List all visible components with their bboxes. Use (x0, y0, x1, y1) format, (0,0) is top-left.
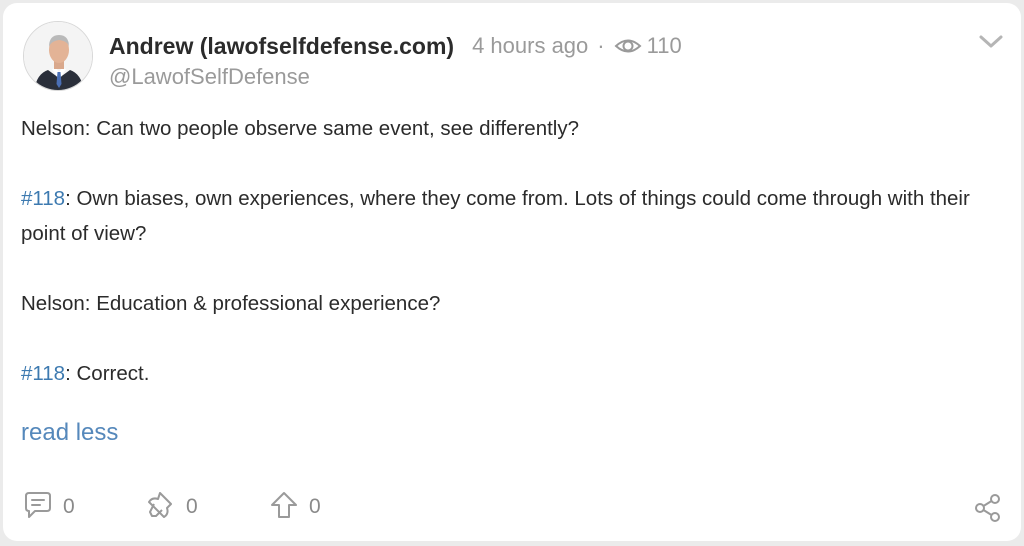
paragraph-text: : Correct. (65, 362, 150, 385)
view-count: 110 (646, 33, 682, 58)
author-name[interactable]: Andrew (lawofselfdefense.com) (109, 33, 454, 60)
remix-icon (146, 490, 176, 525)
comment-icon (23, 490, 53, 525)
post-paragraph: #118: Correct. (21, 356, 981, 391)
paragraph-text: Nelson: Can two people observe same even… (21, 117, 580, 140)
eye-icon (614, 36, 642, 56)
post-header: Andrew (lawofselfdefense.com) 4 hours ag… (109, 31, 682, 61)
post-timestamp[interactable]: 4 hours ago (472, 33, 588, 59)
chevron-down-icon[interactable] (978, 33, 1004, 51)
read-less-link[interactable]: read less (21, 419, 118, 447)
upvote-count: 0 (309, 495, 321, 518)
avatar[interactable] (23, 21, 93, 91)
upvote-button[interactable]: 0 (269, 491, 321, 523)
post-card: Andrew (lawofselfdefense.com) 4 hours ag… (3, 3, 1021, 541)
post-paragraph: Nelson: Can two people observe same even… (21, 111, 981, 146)
remix-count: 0 (186, 495, 198, 518)
separator-dot: · (597, 33, 605, 58)
paragraph-text: Nelson: Education & professional experie… (21, 292, 441, 315)
hashtag-link[interactable]: #118 (21, 187, 65, 210)
post-paragraph: Nelson: Education & professional experie… (21, 286, 981, 321)
upvote-arrow-icon (269, 490, 299, 525)
avatar-photo (24, 22, 92, 90)
paragraph-text: : Own biases, own experiences, where the… (21, 187, 970, 245)
comment-button[interactable]: 0 (23, 491, 75, 523)
post-paragraph: #118: Own biases, own experiences, where… (21, 181, 981, 251)
share-icon[interactable] (973, 493, 1003, 523)
author-handle[interactable]: @LawofSelfDefense (109, 64, 310, 90)
hashtag-link[interactable]: #118 (21, 362, 65, 385)
remix-button[interactable]: 0 (146, 491, 198, 523)
post-body: Nelson: Can two people observe same even… (21, 111, 981, 426)
comment-count: 0 (63, 495, 75, 518)
